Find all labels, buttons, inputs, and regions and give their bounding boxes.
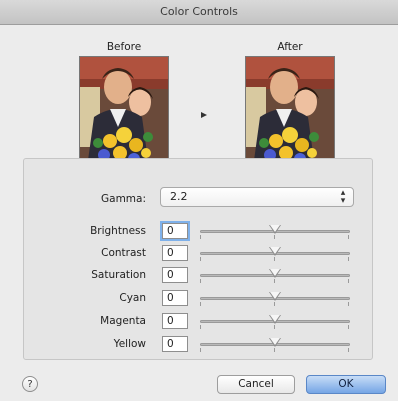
brightness-label: Brightness <box>90 225 146 237</box>
cyan-slider-thumb[interactable] <box>269 292 281 301</box>
cyan-slider-tick <box>200 302 201 306</box>
preview-arrow-icon <box>201 112 207 118</box>
magenta-label: Magenta <box>100 315 146 327</box>
contrast-slider-tick <box>348 257 349 261</box>
yellow-slider-tick <box>274 348 275 352</box>
brightness-slider-tick <box>200 235 201 239</box>
magenta-slider-tick <box>274 325 275 329</box>
cyan-slider-tick <box>274 302 275 306</box>
cyan-slider-tick <box>348 302 349 306</box>
updown-arrows-icon: ▴ ▾ <box>340 188 346 206</box>
saturation-slider-thumb[interactable] <box>269 269 281 278</box>
magenta-slider-thumb[interactable] <box>269 315 281 324</box>
brightness-slider-thumb[interactable] <box>269 225 281 234</box>
saturation-slider-tick <box>348 279 349 283</box>
yellow-label: Yellow <box>113 338 146 350</box>
gamma-label: Gamma: <box>101 193 146 205</box>
yellow-slider-thumb[interactable] <box>269 338 281 347</box>
gamma-value: 2.2 <box>170 190 188 203</box>
saturation-slider-tick <box>200 279 201 283</box>
brightness-input[interactable]: 0 <box>162 223 188 239</box>
saturation-label: Saturation <box>91 269 146 281</box>
saturation-slider-tick <box>274 279 275 283</box>
saturation-input[interactable]: 0 <box>162 267 188 283</box>
brightness-slider-tick <box>348 235 349 239</box>
window-title: Color Controls <box>160 5 238 18</box>
window-titlebar: Color Controls <box>0 0 398 25</box>
magenta-slider-tick <box>348 325 349 329</box>
before-label: Before <box>106 41 142 53</box>
contrast-slider-thumb[interactable] <box>269 247 281 256</box>
ok-button[interactable]: OK <box>306 375 386 394</box>
contrast-input[interactable]: 0 <box>162 245 188 261</box>
yellow-input[interactable]: 0 <box>162 336 188 352</box>
after-label: After <box>277 41 303 53</box>
brightness-slider-tick <box>274 235 275 239</box>
cancel-button[interactable]: Cancel <box>217 375 295 394</box>
yellow-slider-tick <box>200 348 201 352</box>
contrast-slider-tick <box>274 257 275 261</box>
contrast-label: Contrast <box>101 247 146 259</box>
gamma-select[interactable]: 2.2 ▴ ▾ <box>160 187 354 207</box>
cyan-input[interactable]: 0 <box>162 290 188 306</box>
cyan-label: Cyan <box>119 292 146 304</box>
magenta-slider-tick <box>200 325 201 329</box>
help-button[interactable]: ? <box>22 376 38 392</box>
yellow-slider-tick <box>348 348 349 352</box>
magenta-input[interactable]: 0 <box>162 313 188 329</box>
contrast-slider-tick <box>200 257 201 261</box>
